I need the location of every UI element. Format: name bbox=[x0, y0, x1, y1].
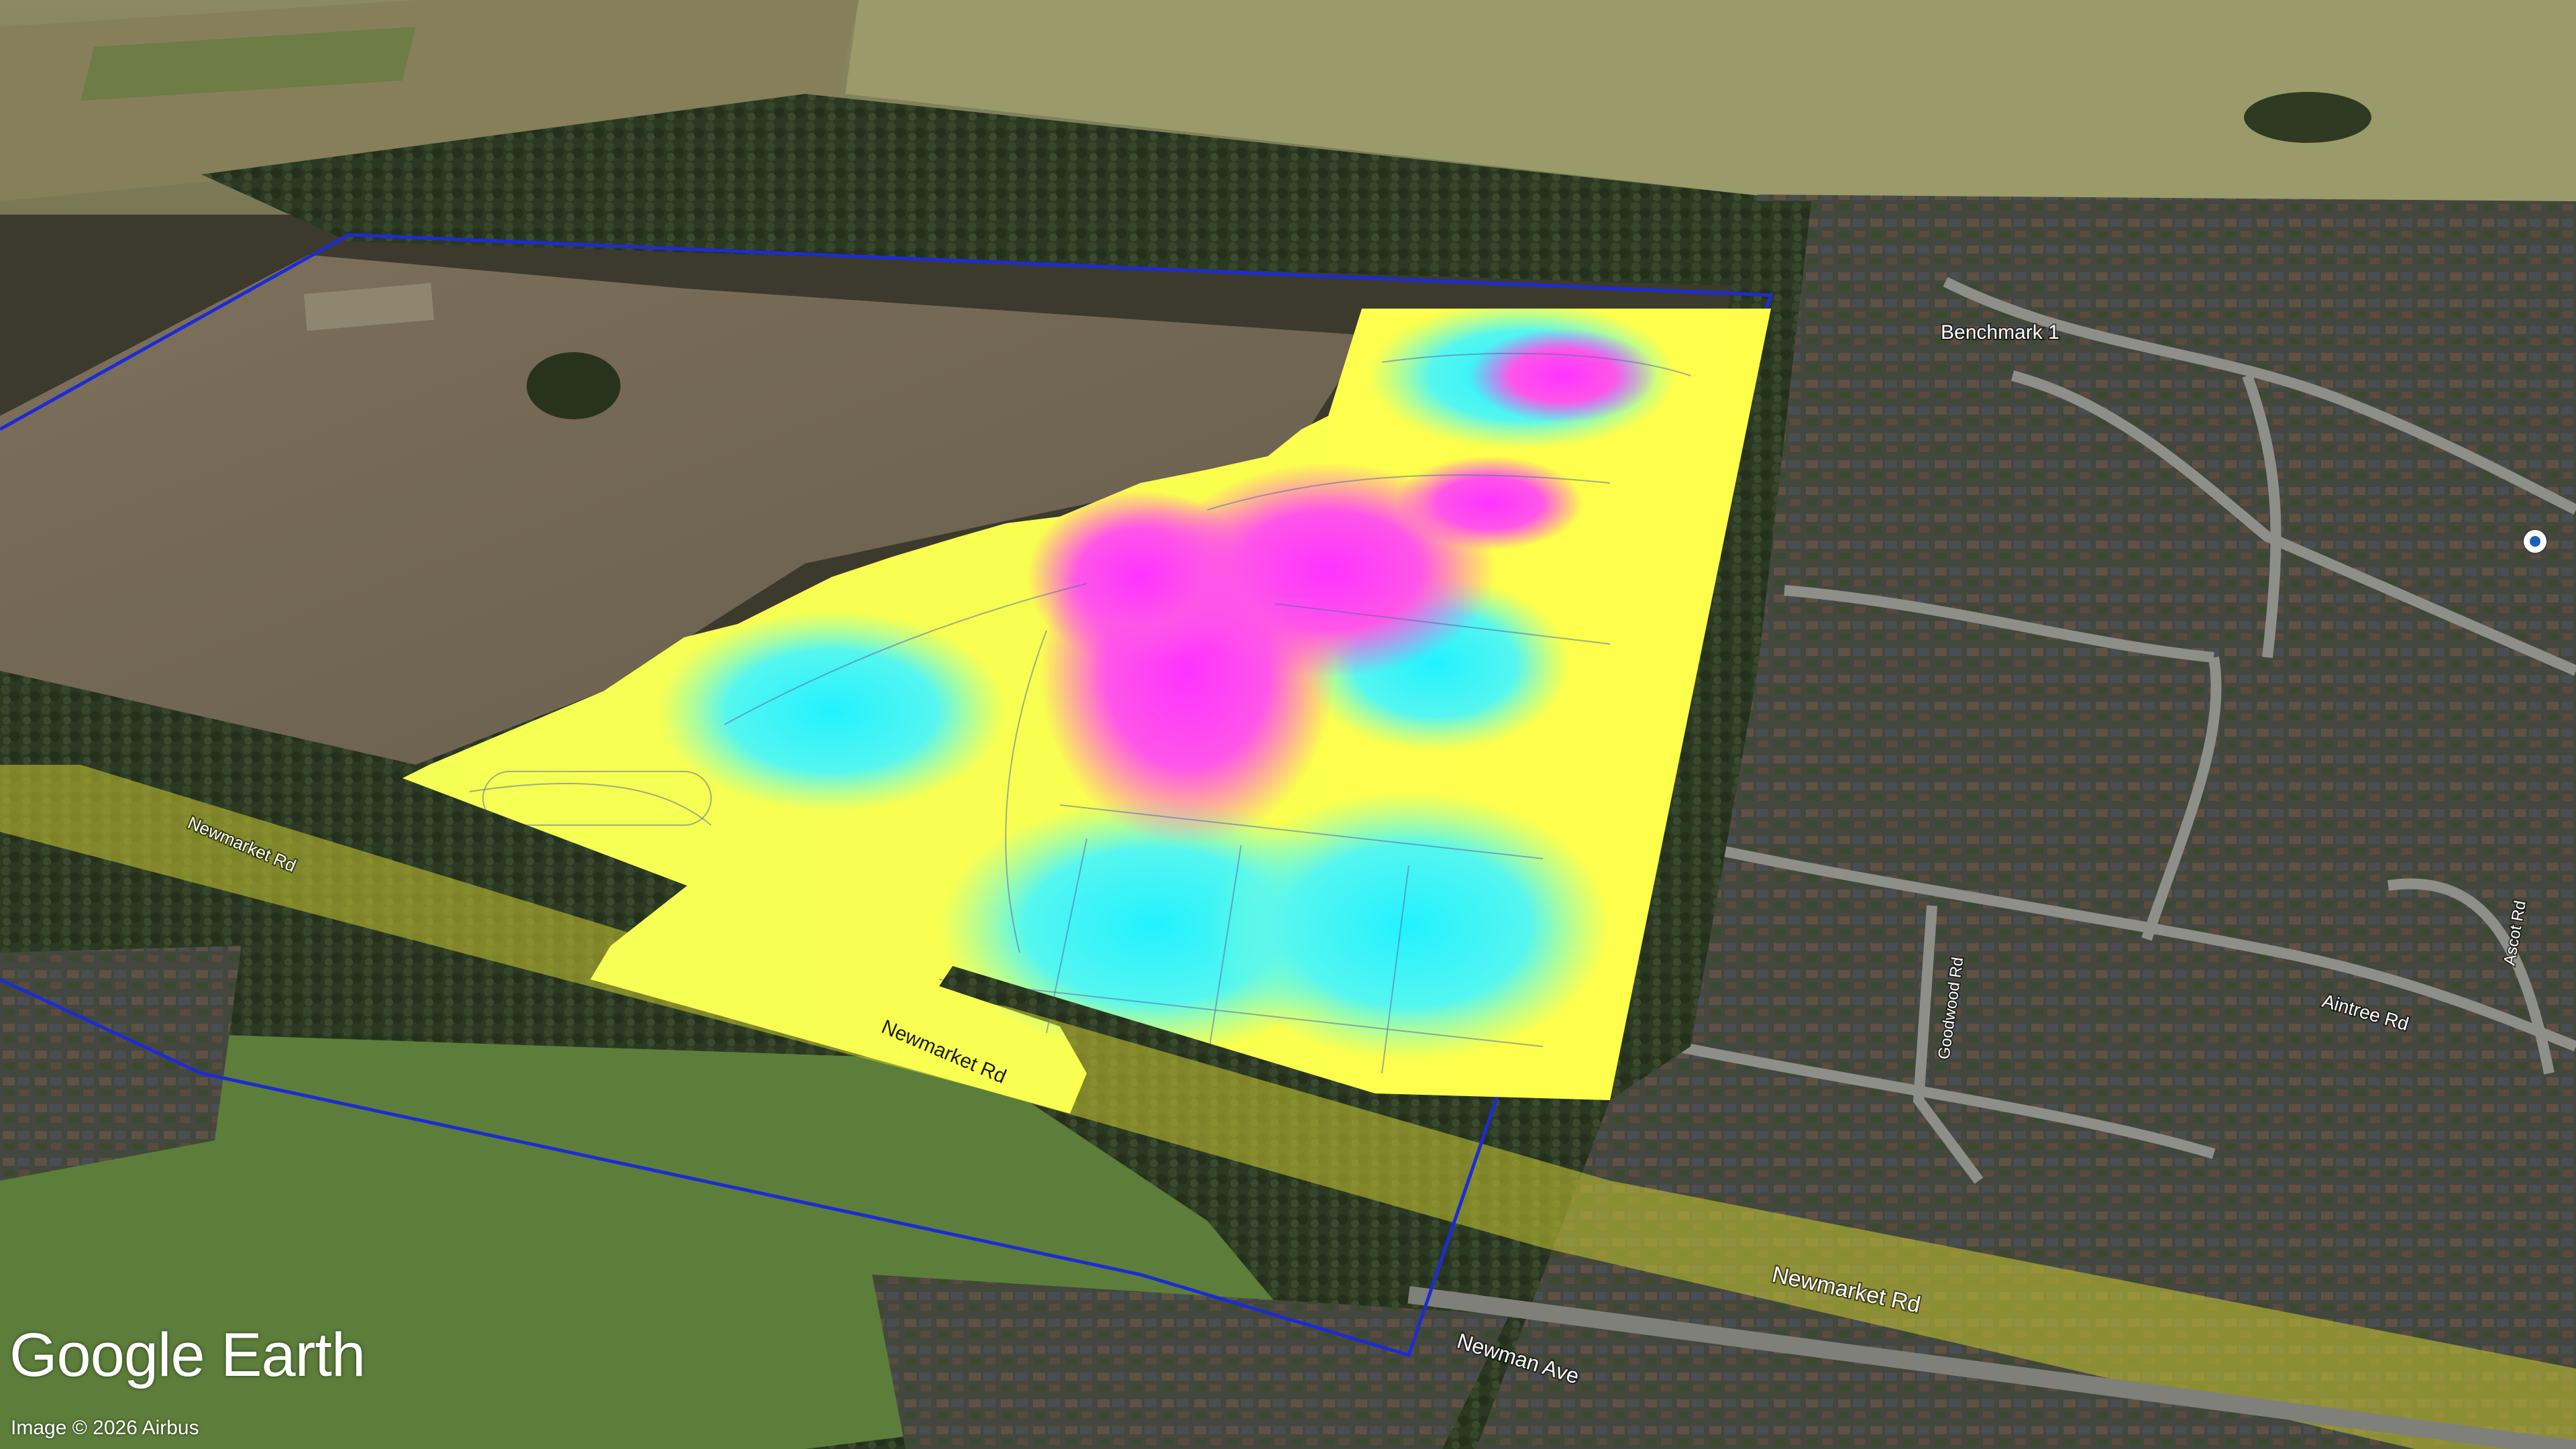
google-earth-logo: Google Earth bbox=[9, 1321, 366, 1389]
heat-cool-southeast bbox=[1208, 792, 1610, 1060]
map-viewport[interactable]: Benchmark 1 Newmarket Rd Newmarket Rd Ne… bbox=[0, 0, 2576, 1449]
satellite-scene[interactable]: Benchmark 1 Newmarket Rd Newmarket Rd Ne… bbox=[0, 0, 2576, 1449]
heat-hot-east bbox=[1395, 456, 1583, 550]
compass-icon[interactable] bbox=[2524, 530, 2546, 553]
benchmark-label: Benchmark 1 bbox=[1941, 321, 2059, 343]
imagery-credit: Image © 2026 Airbus bbox=[11, 1417, 199, 1439]
tree-clump-north bbox=[2244, 92, 2371, 143]
heat-cool-west bbox=[657, 610, 1006, 812]
heat-hot-west bbox=[1026, 490, 1254, 664]
heat-hot-northeast bbox=[1469, 329, 1657, 423]
tree-clump-field bbox=[527, 352, 621, 419]
